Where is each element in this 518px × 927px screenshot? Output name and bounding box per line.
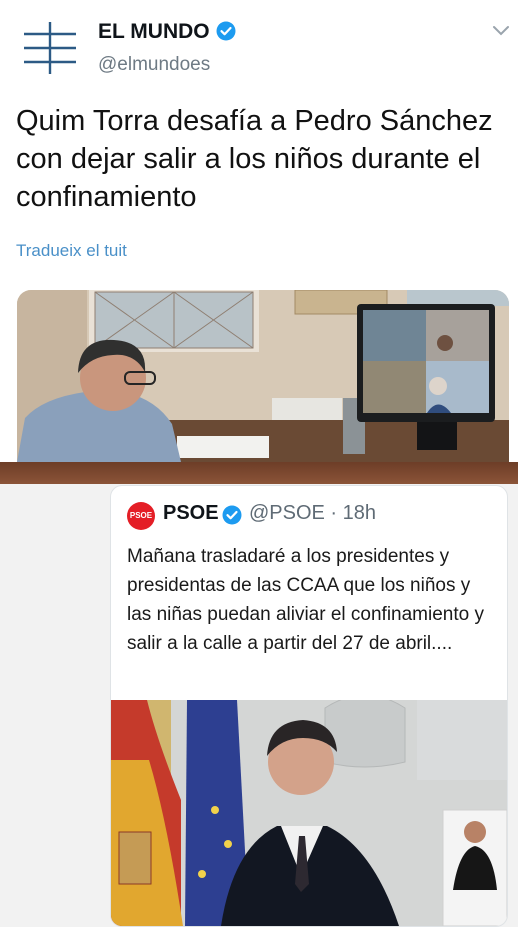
psoe-avatar[interactable]: PSOE xyxy=(127,502,155,530)
quoted-tweet-image[interactable] xyxy=(111,700,507,926)
chevron-down-icon[interactable] xyxy=(492,24,510,38)
verified-badge-icon xyxy=(216,21,236,41)
tweet-text: Quim Torra desafía a Pedro Sánchez con d… xyxy=(16,105,493,213)
quoted-account-name[interactable]: PSOE xyxy=(163,502,219,525)
account-name[interactable]: EL MUNDO xyxy=(98,20,210,43)
el-mundo-logo[interactable] xyxy=(22,20,78,76)
verified-badge-icon xyxy=(222,505,242,525)
tweet-card[interactable]: EL MUNDO @elmundoes Quim Torra desafía a… xyxy=(0,0,518,465)
quoted-tweet-card[interactable]: PSOE PSOE @PSOE · 18h Mañana trasladaré … xyxy=(110,485,508,927)
account-handle[interactable]: @elmundoes xyxy=(98,54,210,76)
translate-link[interactable]: Tradueix el tuit xyxy=(16,241,127,261)
quoted-tweet-text: Mañana trasladaré a los presidentes y pr… xyxy=(127,546,484,654)
quoted-tweet-meta[interactable]: @PSOE · 18h xyxy=(249,502,376,525)
image-divider xyxy=(0,462,518,484)
tweet-image[interactable] xyxy=(17,290,509,462)
